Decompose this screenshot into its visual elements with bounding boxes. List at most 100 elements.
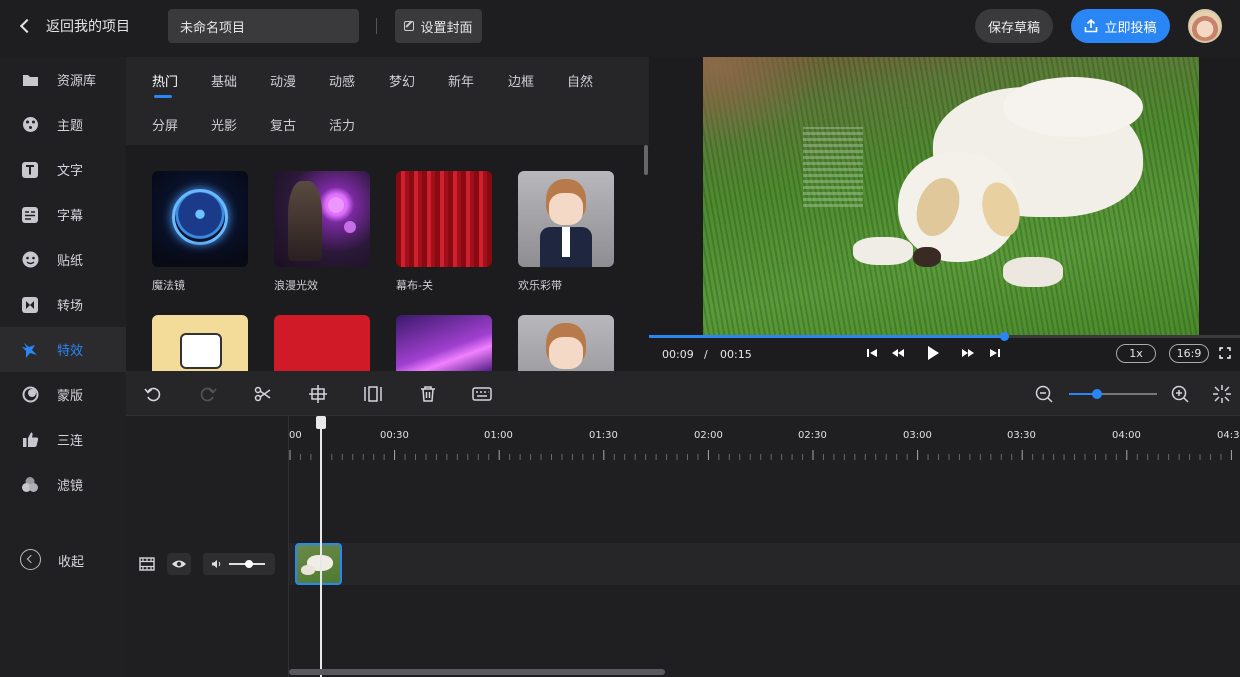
playhead-handle[interactable] [316,416,326,429]
fullscreen-button[interactable] [1218,345,1232,361]
sidebar: 资源库 主题 文字 字幕 贴纸 转场 特效 蒙版 三连 滤镜 收起 [0,57,126,677]
subtitle-tool-button[interactable] [471,383,493,405]
preview-video-frame[interactable] [703,57,1199,335]
skip-to-start-button[interactable] [865,345,879,361]
tab-light[interactable]: 光影 [211,115,237,134]
tab-dreamy[interactable]: 梦幻 [389,71,415,90]
zoom-in-button[interactable] [1169,383,1191,405]
effect-card-red[interactable] [274,315,370,371]
subtitle-icon [21,206,39,224]
video-preview: 00:09 / 00:15 1x 16:9 [649,57,1240,371]
timeline-toolbar [126,371,1240,416]
time-separator: / [704,348,708,361]
fit-icon [1213,385,1231,403]
effect-card-tv[interactable] [152,315,248,371]
skip-end-icon [990,349,1000,357]
effect-card-confetti[interactable]: 欢乐彩带 [518,171,614,293]
crop-button[interactable] [307,383,329,405]
video-clip[interactable] [295,543,342,585]
sidebar-item-sticker[interactable]: 贴纸 [0,237,126,282]
sidebar-item-transition[interactable]: 转场 [0,282,126,327]
effect-thumbnail [274,171,370,267]
tab-dynamic[interactable]: 动感 [329,71,355,90]
sidebar-item-theme[interactable]: 主题 [0,102,126,147]
effect-card-romantic-light[interactable]: 浪漫光效 [274,171,370,293]
redo-button[interactable] [197,383,219,405]
sidebar-item-text[interactable]: 文字 [0,147,126,192]
volume-slider-knob[interactable] [245,560,253,568]
chevron-left-icon [19,18,35,34]
effect-thumbnail [152,171,248,267]
zoom-slider-knob[interactable] [1092,389,1103,399]
sidebar-item-mask[interactable]: 蒙版 [0,372,126,417]
zoom-out-button[interactable] [1033,383,1055,405]
playhead-line[interactable] [320,416,322,677]
track-visibility-button[interactable] [167,553,191,575]
sidebar-item-filter[interactable]: 滤镜 [0,462,126,507]
effects-scrollbar[interactable] [644,145,648,175]
timeline-scrollbar[interactable] [289,669,1240,675]
effect-thumbnail [396,171,492,267]
rewind-icon [892,349,904,357]
fast-forward-button[interactable] [960,345,976,361]
sidebar-item-effects[interactable]: 特效 [0,327,126,372]
effect-card-curtain-close[interactable]: 幕布-关 [396,171,492,293]
tab-hot[interactable]: 热门 [152,71,178,90]
timeline-scrollbar-thumb[interactable] [289,669,665,675]
ruler-label: 01:30 [589,430,618,441]
timeline: 00 00:30 01:00 01:30 02:00 02:30 03:00 0… [126,416,1240,677]
tab-vitality[interactable]: 活力 [329,115,355,134]
save-draft-button[interactable]: 保存草稿 [975,9,1053,43]
ruler-label: 00 [289,430,302,441]
volume-icon [212,560,221,568]
effect-card-anime-boy[interactable] [518,315,614,371]
speed-selector[interactable]: 1x [1116,344,1156,363]
submit-button[interactable]: 立即投稿 [1071,9,1170,43]
zoom-in-icon [1171,385,1189,403]
back-to-projects-button[interactable]: 返回我的项目 [18,14,130,38]
sidebar-item-label: 字幕 [57,209,84,224]
playback-progress-knob[interactable] [999,332,1009,341]
keyboard-subtitle-icon [472,387,492,401]
collapse-label: 收起 [58,555,85,570]
project-name-input[interactable] [168,9,359,43]
delete-button[interactable] [417,383,439,405]
tab-split[interactable]: 分屏 [152,115,178,134]
tab-basic[interactable]: 基础 [211,71,237,90]
effect-card-stage-light[interactable] [396,315,492,371]
divider [376,18,377,34]
track-header [126,416,289,677]
aspect-ratio-label: 16:9 [1176,347,1202,360]
playback-progress-bar[interactable] [649,332,1240,341]
skip-to-end-button[interactable] [988,345,1002,361]
effect-thumbnail [518,171,614,267]
sidebar-item-library[interactable]: 资源库 [0,57,126,102]
freeze-frame-button[interactable] [362,383,384,405]
tab-retro[interactable]: 复古 [270,115,296,134]
fit-timeline-button[interactable] [1211,383,1233,405]
tab-border[interactable]: 边框 [508,71,534,90]
avatar[interactable] [1188,9,1222,43]
rewind-button[interactable] [890,345,906,361]
time-ruler[interactable]: 00 00:30 01:00 01:30 02:00 02:30 03:00 0… [289,416,1240,461]
zoom-slider[interactable] [1069,389,1157,399]
effect-card-magic-mirror[interactable]: 魔法镜 [152,171,248,293]
effect-thumbnail [396,315,492,371]
split-button[interactable] [252,383,274,405]
aspect-ratio-selector[interactable]: 16:9 [1169,344,1209,363]
effect-label: 幕布-关 [396,279,433,292]
ruler-label: 04:30 [1217,430,1240,441]
sidebar-item-subtitle[interactable]: 字幕 [0,192,126,237]
set-cover-button[interactable]: 设置封面 [395,9,482,43]
undo-button[interactable] [142,383,164,405]
film-strip-icon [139,557,155,571]
tab-anime[interactable]: 动漫 [270,71,296,90]
tab-nature[interactable]: 自然 [567,71,593,90]
track-toggle-button[interactable] [138,553,156,575]
collapse-button[interactable]: 收起 [0,545,126,575]
track-volume-control[interactable] [203,553,275,575]
play-button[interactable] [925,345,941,361]
sidebar-item-triple[interactable]: 三连 [0,417,126,462]
sidebar-item-label: 文字 [57,164,84,179]
tab-new-year[interactable]: 新年 [448,71,474,90]
